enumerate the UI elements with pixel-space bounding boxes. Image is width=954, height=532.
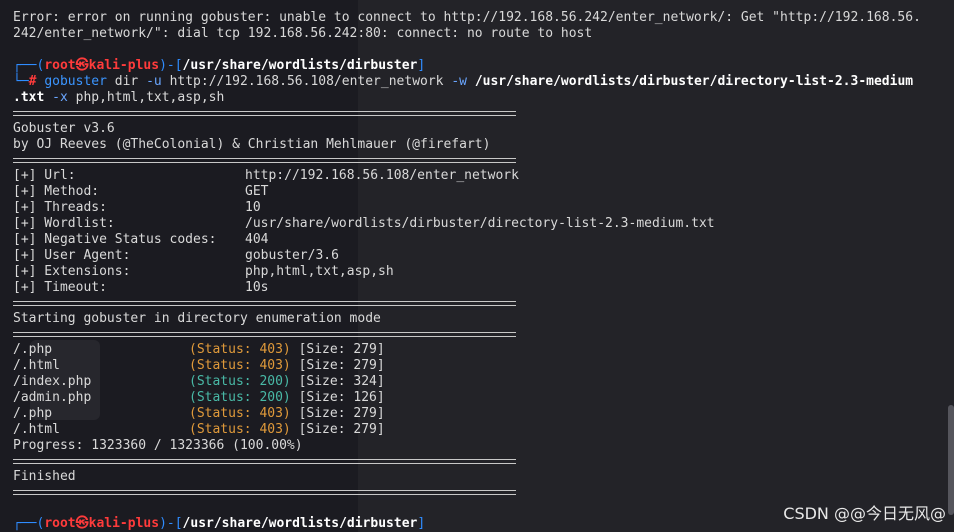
command-line: └─# gobuster dir -u http://192.168.56.10… bbox=[13, 74, 948, 90]
result-size: [Size: 279] bbox=[298, 342, 385, 357]
result-row: /.php (Status: 403) [Size: 279] bbox=[13, 406, 948, 422]
prompt-line: ┌──(root㉿kali-plus)-[/usr/share/wordlist… bbox=[13, 58, 948, 74]
config-key: [+] Timeout: bbox=[13, 280, 107, 295]
prompt-hash: # bbox=[28, 74, 37, 89]
config-key: [+] Extensions: bbox=[13, 264, 131, 279]
config-row: [+] Negative Status codes: 404 bbox=[13, 232, 948, 248]
terminal-scrollbar[interactable] bbox=[948, 405, 954, 515]
result-size: [Size: 279] bbox=[298, 358, 385, 373]
config-list: [+] Url: http://192.168.56.108/enter_netw… bbox=[13, 168, 948, 296]
separator bbox=[13, 459, 516, 464]
prompt-user: root㉿kali-plus bbox=[44, 58, 160, 73]
finished-message: Finished bbox=[13, 469, 76, 484]
config-key: [+] Wordlist: bbox=[13, 216, 115, 231]
separator bbox=[13, 301, 516, 306]
results-list: /.php (Status: 403) [Size: 279] /.html (St… bbox=[13, 342, 948, 438]
separator bbox=[13, 158, 516, 163]
config-key: [+] Negative Status codes: bbox=[13, 232, 217, 247]
result-path: /.php bbox=[13, 342, 53, 357]
result-size: [Size: 279] bbox=[298, 406, 385, 421]
command-extensions: php,html,txt,asp,sh bbox=[75, 90, 225, 105]
result-path: /.php bbox=[13, 406, 53, 421]
result-status: (Status: 403) bbox=[189, 358, 291, 373]
config-value: 10 bbox=[245, 200, 261, 215]
config-key: [+] Threads: bbox=[13, 200, 107, 215]
command-flag-u: -u bbox=[146, 74, 162, 89]
banner-author: by OJ Reeves (@TheColonial) & Christian … bbox=[13, 137, 491, 152]
config-row: [+] Method: GET bbox=[13, 184, 948, 200]
result-size: [Size: 324] bbox=[298, 374, 385, 389]
result-status: (Status: 403) bbox=[189, 406, 291, 421]
prompt-close: ] bbox=[417, 58, 426, 73]
command-wordlist: /usr/share/wordlists/dirbuster/directory… bbox=[474, 74, 914, 89]
command-wordlist-ext: .txt bbox=[13, 90, 45, 105]
command-flag-x: -x bbox=[52, 90, 68, 105]
result-row: /.php (Status: 403) [Size: 279] bbox=[13, 342, 948, 358]
separator bbox=[13, 111, 516, 116]
command-line-cont: .txt -x php,html,txt,asp,sh bbox=[13, 90, 948, 106]
result-row: /.html (Status: 403) [Size: 279] bbox=[13, 358, 948, 374]
result-status: (Status: 200) bbox=[189, 390, 291, 405]
prompt-prefix: ┌──( bbox=[13, 516, 45, 531]
config-value: http://192.168.56.108/enter_network bbox=[245, 168, 519, 183]
command-url: http://192.168.56.108/enter_network bbox=[169, 74, 444, 89]
prompt-hash-prefix: └─ bbox=[13, 74, 29, 89]
csdn-watermark: CSDN @@今日无风@ bbox=[783, 504, 946, 523]
banner-title: Gobuster v3.6 bbox=[13, 121, 115, 136]
prompt-path: /usr/share/wordlists/dirbuster bbox=[182, 58, 418, 73]
result-row: /index.php (Status: 200) [Size: 324] bbox=[13, 374, 948, 390]
result-row: /admin.php (Status: 200) [Size: 126] bbox=[13, 390, 948, 406]
command-flag-w: -w bbox=[451, 74, 467, 89]
result-row: /.html (Status: 403) [Size: 279] bbox=[13, 422, 948, 438]
error-line-1: Error: error on running gobuster: unable… bbox=[13, 10, 921, 25]
result-status: (Status: 200) bbox=[189, 374, 291, 389]
config-row: [+] Extensions: php,html,txt,asp,sh bbox=[13, 264, 948, 280]
result-path: /.html bbox=[13, 422, 60, 437]
prompt-mid: )-[ bbox=[159, 58, 183, 73]
terminal-output[interactable]: Error: error on running gobuster: unable… bbox=[13, 10, 948, 532]
config-key: [+] User Agent: bbox=[13, 248, 131, 263]
command-name: gobuster bbox=[44, 74, 107, 89]
config-value: gobuster/3.6 bbox=[245, 248, 339, 263]
command-subcommand: dir bbox=[114, 74, 139, 89]
config-key: [+] Url: bbox=[13, 168, 76, 183]
prompt-path: /usr/share/wordlists/dirbuster bbox=[182, 516, 418, 531]
config-value: 404 bbox=[245, 232, 269, 247]
config-key: [+] Method: bbox=[13, 184, 100, 199]
result-path: /admin.php bbox=[13, 390, 92, 405]
prompt-prefix: ┌──( bbox=[13, 58, 45, 73]
starting-message: Starting gobuster in directory enumerati… bbox=[13, 311, 381, 326]
config-value: 10s bbox=[245, 280, 269, 295]
config-value: GET bbox=[245, 184, 269, 199]
prompt-close: ] bbox=[417, 516, 426, 531]
result-status: (Status: 403) bbox=[189, 342, 291, 357]
result-size: [Size: 126] bbox=[298, 390, 385, 405]
result-size: [Size: 279] bbox=[298, 422, 385, 437]
config-row: [+] Wordlist: /usr/share/wordlists/dirbus… bbox=[13, 216, 948, 232]
result-status: (Status: 403) bbox=[189, 422, 291, 437]
progress-line: Progress: 1323360 / 1323366 (100.00%) bbox=[13, 438, 303, 453]
config-row: [+] Threads: 10 bbox=[13, 200, 948, 216]
result-path: /index.php bbox=[13, 374, 92, 389]
error-line-2: 242/enter_network/": dial tcp 192.168.56… bbox=[13, 26, 593, 41]
separator bbox=[13, 490, 516, 495]
config-value: php,html,txt,asp,sh bbox=[245, 264, 394, 279]
result-path: /.html bbox=[13, 358, 60, 373]
config-value: /usr/share/wordlists/dirbuster/directory… bbox=[245, 216, 715, 231]
config-row: [+] Url: http://192.168.56.108/enter_netw… bbox=[13, 168, 948, 184]
config-row: [+] User Agent: gobuster/3.6 bbox=[13, 248, 948, 264]
prompt-mid: )-[ bbox=[159, 516, 183, 531]
separator bbox=[13, 332, 516, 337]
prompt-user: root㉿kali-plus bbox=[44, 516, 160, 531]
config-row: [+] Timeout: 10s bbox=[13, 280, 948, 296]
